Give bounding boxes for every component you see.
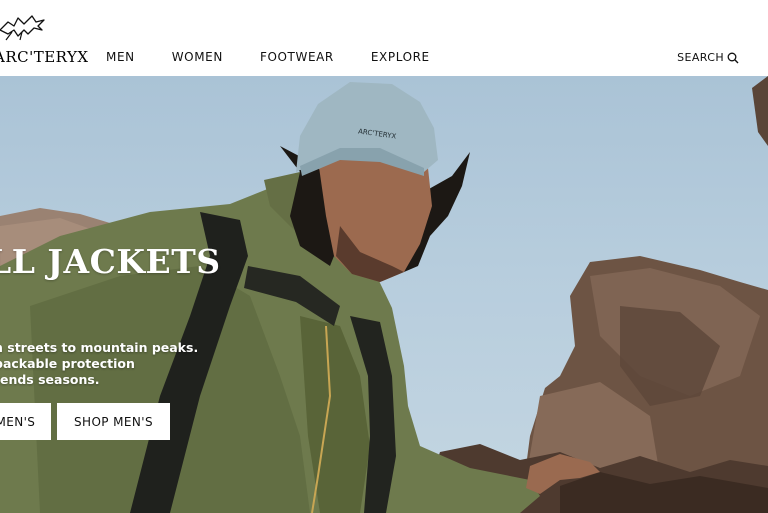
nav-item-women[interactable]: WOMEN	[172, 50, 223, 64]
hero-image	[0, 76, 768, 513]
search-icon	[727, 52, 739, 63]
hero-description-line: tends seasons.	[0, 372, 100, 387]
shop-mens-button[interactable]: SHOP MEN'S	[57, 403, 170, 440]
hero-description-line: n streets to mountain peaks.	[0, 340, 199, 355]
nav-item-footwear[interactable]: FOOTWEAR	[260, 50, 334, 64]
main-nav: MEN WOMEN FOOTWEAR EXPLORE	[106, 50, 467, 64]
hero-description: n streets to mountain peaks. packable pr…	[0, 340, 199, 388]
shop-womens-button[interactable]: OMEN'S	[0, 403, 51, 440]
brand-logo[interactable]: ARC'TERYX	[0, 12, 88, 68]
brand-name: ARC'TERYX	[0, 48, 89, 66]
nav-item-men[interactable]: MEN	[106, 50, 135, 64]
hero-banner[interactable]: ARC'TERYX LL JACKETS n streets to mounta…	[0, 76, 768, 513]
hero-description-line: packable protection	[0, 356, 135, 371]
search-label: SEARCH	[677, 51, 724, 64]
archaeopteryx-logo-icon	[0, 15, 45, 41]
search-button[interactable]: SEARCH	[677, 51, 739, 64]
nav-item-explore[interactable]: EXPLORE	[371, 50, 430, 64]
site-header: ARC'TERYX MEN WOMEN FOOTWEAR EXPLORE SEA…	[0, 0, 768, 76]
hero-title: LL JACKETS	[0, 242, 221, 281]
